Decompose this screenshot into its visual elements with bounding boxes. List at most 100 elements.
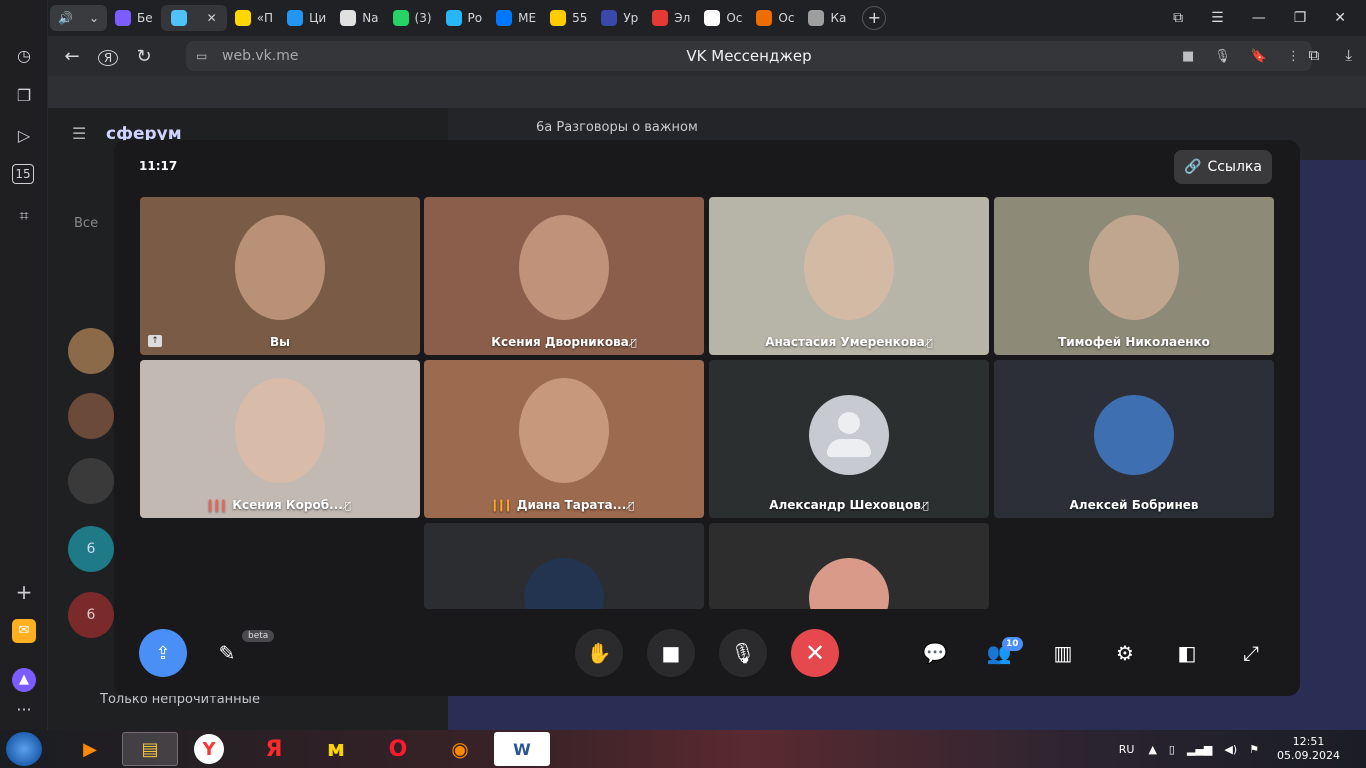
- signal-icon[interactable]: ▂▄▆: [1187, 743, 1212, 756]
- tab-active[interactable]: ✕: [160, 5, 227, 31]
- layout-button[interactable]: ▥: [1043, 633, 1083, 673]
- audio-level-icon: ▎▎▎: [493, 501, 515, 512]
- site-info-icon[interactable]: ▭: [196, 49, 207, 63]
- chat-avatar[interactable]: 6: [68, 592, 114, 638]
- fullscreen-button[interactable]: ⤢: [1231, 633, 1271, 673]
- tab[interactable]: 55: [544, 5, 593, 31]
- hamburger-icon[interactable]: ☰: [72, 124, 86, 143]
- tab[interactable]: Ос: [698, 5, 748, 31]
- yandex-button[interactable]: Я: [90, 46, 126, 67]
- tab[interactable]: Ци: [281, 5, 332, 31]
- more-icon[interactable]: ···: [12, 698, 36, 722]
- firefox-icon[interactable]: ◉: [432, 732, 488, 766]
- tab[interactable]: МЕ: [490, 5, 542, 31]
- add-panel-icon[interactable]: +: [12, 580, 36, 604]
- participant-tile[interactable]: Вы ↑: [140, 197, 420, 355]
- participant-tile[interactable]: ▎▎▎ Диана Тарата... 🎙̸: [424, 360, 704, 518]
- participant-tile[interactable]: [424, 523, 704, 609]
- participant-tile[interactable]: Тимофей Николаенко: [994, 197, 1274, 355]
- favicon-icon: [115, 10, 132, 26]
- calendar-icon[interactable]: 15: [12, 164, 34, 184]
- participant-tile[interactable]: Александр Шеховцов 🎙̸: [709, 360, 989, 518]
- screenshot-icon[interactable]: ⌗: [12, 204, 36, 228]
- microphone-icon[interactable]: 🎙: [1214, 49, 1231, 64]
- tab[interactable]: Ос: [750, 5, 800, 31]
- participant-tile[interactable]: Алексей Бобринев: [994, 360, 1274, 518]
- effects-button[interactable]: ✎: [207, 633, 247, 673]
- opera-icon[interactable]: O: [370, 732, 426, 766]
- minimize-call-button[interactable]: ◧: [1167, 633, 1207, 673]
- tab-label: Ос: [778, 11, 795, 25]
- play-icon[interactable]: ▷: [12, 124, 36, 148]
- mic-muted-icon: 🎙̸: [628, 501, 635, 512]
- start-button[interactable]: [6, 732, 42, 766]
- menu-icon[interactable]: ☰: [1211, 10, 1224, 26]
- url-field[interactable]: ▭ web.vk.me VK Мессенджер ■ 🎙 🔖 ⋮: [186, 41, 1312, 71]
- language-indicator[interactable]: RU: [1119, 743, 1135, 756]
- microphone-button[interactable]: 🎙: [719, 629, 767, 677]
- camera-button[interactable]: ■: [647, 629, 695, 677]
- back-button[interactable]: ←: [54, 46, 90, 67]
- yandex-browser-icon[interactable]: Y: [194, 734, 224, 764]
- tab[interactable]: Ур: [595, 5, 644, 31]
- tab[interactable]: (3): [387, 5, 438, 31]
- clock[interactable]: 12:51 05.09.2024: [1277, 735, 1340, 763]
- tab[interactable]: Ка: [802, 5, 852, 31]
- participant-tile[interactable]: Ксения Дворникова 🎙̸: [424, 197, 704, 355]
- volume-icon[interactable]: ◀): [1224, 743, 1237, 756]
- tab[interactable]: Ро: [440, 5, 489, 31]
- default-avatar-icon: [809, 395, 889, 475]
- restore-icon[interactable]: ❐: [1294, 10, 1307, 26]
- end-call-button[interactable]: ✕: [791, 629, 839, 677]
- share-screen-button[interactable]: ⇪: [139, 629, 187, 677]
- tab[interactable]: Na: [334, 5, 384, 31]
- close-tab-icon[interactable]: ✕: [207, 11, 217, 25]
- expand-icon: ⤢: [1243, 641, 1259, 665]
- show-hidden-icons-icon[interactable]: ▲: [1148, 743, 1156, 756]
- camera-icon[interactable]: ■: [1182, 49, 1194, 64]
- screen-share-indicator-icon: ↑: [148, 335, 162, 347]
- chat-avatar[interactable]: [68, 328, 114, 374]
- media-player-icon[interactable]: ▶: [62, 732, 118, 766]
- favicon-icon: [704, 10, 721, 26]
- participant-name: Вы: [270, 335, 290, 349]
- alice-icon[interactable]: ▲: [12, 668, 36, 692]
- yandex-icon[interactable]: Я: [246, 732, 302, 766]
- raise-hand-button[interactable]: ✋: [575, 629, 623, 677]
- yandex-market-icon[interactable]: м: [308, 732, 364, 766]
- participant-tile[interactable]: Анастасия Умеренкова 🎙̸: [709, 197, 989, 355]
- reload-button[interactable]: ↻: [126, 46, 162, 67]
- close-icon[interactable]: ✕: [1334, 10, 1346, 26]
- chat-avatar[interactable]: [68, 393, 114, 439]
- settings-button[interactable]: ⚙: [1105, 633, 1145, 673]
- participant-video: [235, 215, 325, 320]
- flag-icon[interactable]: ⚑: [1249, 743, 1259, 756]
- history-icon[interactable]: ◷: [12, 44, 36, 68]
- tab[interactable]: Эл: [646, 5, 696, 31]
- file-explorer-icon[interactable]: ▤: [122, 732, 178, 766]
- tab-search-icon[interactable]: ⧉: [1173, 10, 1183, 26]
- windows-taskbar: ▶ ▤ Y Я м O ◉ W RU ▲ ▯ ▂▄▆ ◀) ⚑ 12:51 05…: [0, 730, 1366, 768]
- filter-all[interactable]: Все: [74, 216, 98, 231]
- chat-button[interactable]: 💬: [915, 633, 955, 673]
- word-icon[interactable]: W: [494, 732, 550, 766]
- grid-layout-icon: ▥: [1053, 641, 1073, 665]
- new-tab-button[interactable]: +: [862, 6, 887, 30]
- tab[interactable]: «П: [229, 5, 279, 31]
- more-options-icon[interactable]: ⋮: [1287, 49, 1300, 64]
- tab[interactable]: Бе: [109, 5, 159, 31]
- link-button[interactable]: 🔗 Ссылка: [1174, 150, 1272, 184]
- mail-icon[interactable]: ✉: [12, 619, 36, 643]
- tab-label: МЕ: [518, 11, 537, 25]
- minimize-icon[interactable]: —: [1252, 10, 1266, 26]
- participant-tile[interactable]: [709, 523, 989, 609]
- tab-audio[interactable]: 🔊 ⌄: [50, 5, 108, 31]
- download-icon[interactable]: ⤓: [1345, 46, 1352, 64]
- bookmark-icon[interactable]: 🔖: [1251, 49, 1267, 64]
- chat-avatar[interactable]: 6: [68, 526, 114, 572]
- device-icon[interactable]: ▯: [1169, 743, 1175, 756]
- collections-icon[interactable]: ❐: [12, 84, 36, 108]
- participant-tile[interactable]: ▎▎▎ Ксения Короб... 🎙̸: [140, 360, 420, 518]
- extensions-icon[interactable]: ⧉: [1309, 46, 1320, 64]
- chat-avatar[interactable]: [68, 458, 114, 504]
